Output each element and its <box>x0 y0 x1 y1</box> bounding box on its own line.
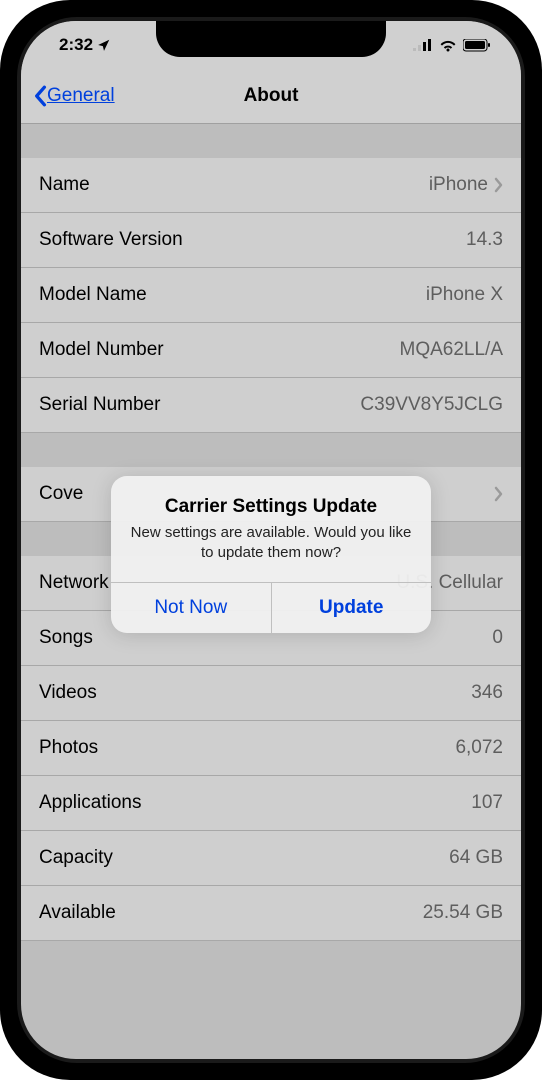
chevron-right-icon <box>494 486 503 502</box>
wifi-icon <box>439 39 457 52</box>
row-value: 346 <box>471 682 503 704</box>
row-value: 107 <box>471 792 503 814</box>
section-gap <box>21 124 521 158</box>
row-serial-number[interactable]: Serial Number C39VV8Y5JCLG <box>21 378 521 433</box>
row-value: 64 GB <box>449 847 503 869</box>
row-label: Model Name <box>39 284 147 306</box>
section-device-info: Name iPhone Software Version 14.3 Model … <box>21 158 521 433</box>
row-value: MQA62LL/A <box>400 339 504 361</box>
row-value: iPhone X <box>426 284 503 306</box>
row-photos[interactable]: Photos 6,072 <box>21 721 521 776</box>
back-label: General <box>47 85 115 107</box>
row-value: 25.54 GB <box>423 902 503 924</box>
row-videos[interactable]: Videos 346 <box>21 666 521 721</box>
row-software-version[interactable]: Software Version 14.3 <box>21 213 521 268</box>
notch <box>156 21 386 57</box>
section-gap <box>21 433 521 467</box>
row-label: Songs <box>39 627 93 649</box>
row-label: Capacity <box>39 847 113 869</box>
nav-bar: General About <box>21 69 521 124</box>
row-label: Name <box>39 174 90 196</box>
row-available[interactable]: Available 25.54 GB <box>21 886 521 941</box>
row-label: Serial Number <box>39 394 160 416</box>
row-applications[interactable]: Applications 107 <box>21 776 521 831</box>
row-model-name[interactable]: Model Name iPhone X <box>21 268 521 323</box>
status-time: 2:32 <box>59 35 93 55</box>
back-button[interactable]: General <box>33 85 115 107</box>
row-value: iPhone <box>429 174 488 196</box>
alert-not-now-button[interactable]: Not Now <box>111 583 271 633</box>
alert-message: New settings are available. Would you li… <box>129 523 413 564</box>
alert-title: Carrier Settings Update <box>129 496 413 518</box>
chevron-right-icon <box>494 177 503 193</box>
row-value: C39VV8Y5JCLG <box>360 394 503 416</box>
row-model-number[interactable]: Model Number MQA62LL/A <box>21 323 521 378</box>
row-value: 14.3 <box>466 229 503 251</box>
location-icon <box>97 38 111 52</box>
alert-update-button[interactable]: Update <box>271 583 432 633</box>
row-label: Software Version <box>39 229 183 251</box>
row-label: Applications <box>39 792 141 814</box>
row-label: Available <box>39 902 116 924</box>
row-value: 0 <box>492 627 503 649</box>
row-value: 6,072 <box>455 737 503 759</box>
battery-icon <box>463 39 491 52</box>
chevron-left-icon <box>33 85 47 107</box>
signal-icon <box>413 39 433 52</box>
row-label: Network <box>39 572 109 594</box>
row-name[interactable]: Name iPhone <box>21 158 521 213</box>
row-label: Model Number <box>39 339 164 361</box>
row-label: Photos <box>39 737 98 759</box>
row-capacity[interactable]: Capacity 64 GB <box>21 831 521 886</box>
alert-dialog: Carrier Settings Update New settings are… <box>111 476 431 633</box>
row-label: Cove <box>39 483 83 505</box>
row-label: Videos <box>39 682 97 704</box>
